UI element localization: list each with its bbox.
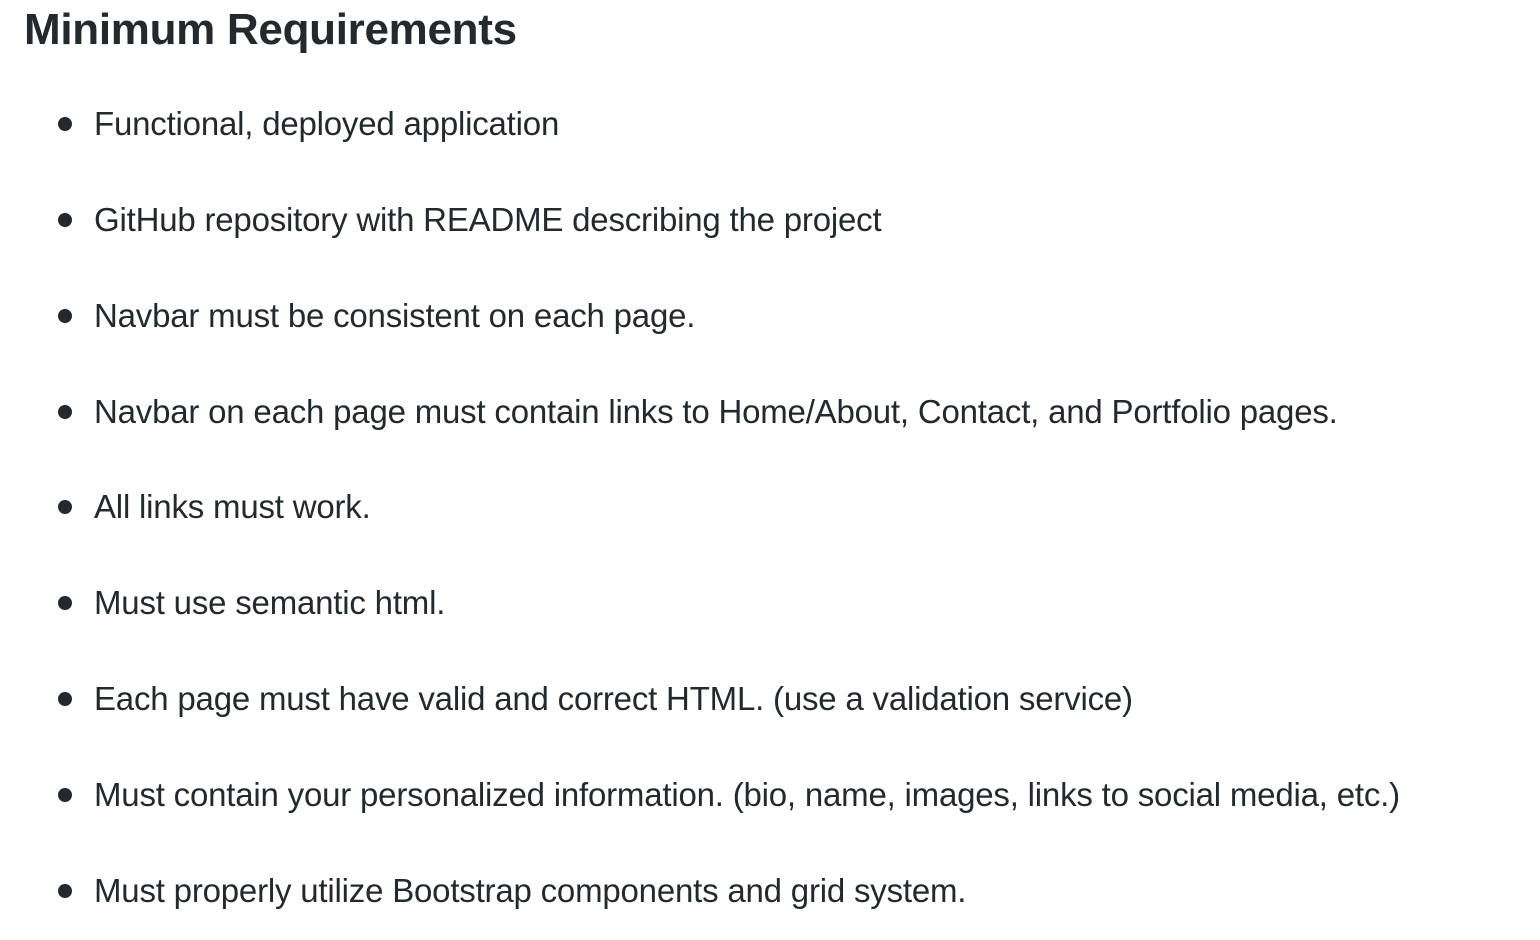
list-item: Navbar on each page must contain links t… [58,388,1338,436]
list-item-text: Must use semantic html. [94,584,446,621]
bullet-dot-icon [58,884,72,898]
section-heading: Minimum Requirements [24,5,517,54]
list-item-text: All links must work. [94,488,371,525]
requirements-document: Minimum Requirements Functional, deploye… [0,0,1540,940]
bullet-dot-icon [58,788,72,802]
list-item-text: Navbar must be consistent on each page. [94,297,696,334]
list-item-text: GitHub repository with README describing… [94,201,882,238]
bullet-dot-icon [58,405,72,419]
list-item: Each page must have valid and correct HT… [58,675,1133,723]
list-item: GitHub repository with README describing… [58,196,882,244]
list-item: Functional, deployed application [58,100,559,148]
bullet-dot-icon [58,596,72,610]
list-item: Must properly utilize Bootstrap componen… [58,867,966,915]
bullet-dot-icon [58,500,72,514]
list-item: Must use semantic html. [58,579,445,627]
bullet-dot-icon [58,213,72,227]
list-item-text: Must properly utilize Bootstrap componen… [94,872,967,909]
bullet-dot-icon [58,117,72,131]
list-item-text: Functional, deployed application [94,105,560,142]
bullet-dot-icon [58,309,72,323]
list-item: Must contain your personalized informati… [58,771,1400,819]
list-item: Navbar must be consistent on each page. [58,292,695,340]
list-item-text: Each page must have valid and correct HT… [94,680,1133,717]
list-item-text: Must contain your personalized informati… [94,776,1400,813]
bullet-dot-icon [58,692,72,706]
list-item: All links must work. [58,483,371,531]
list-item-text: Navbar on each page must contain links t… [94,393,1338,430]
